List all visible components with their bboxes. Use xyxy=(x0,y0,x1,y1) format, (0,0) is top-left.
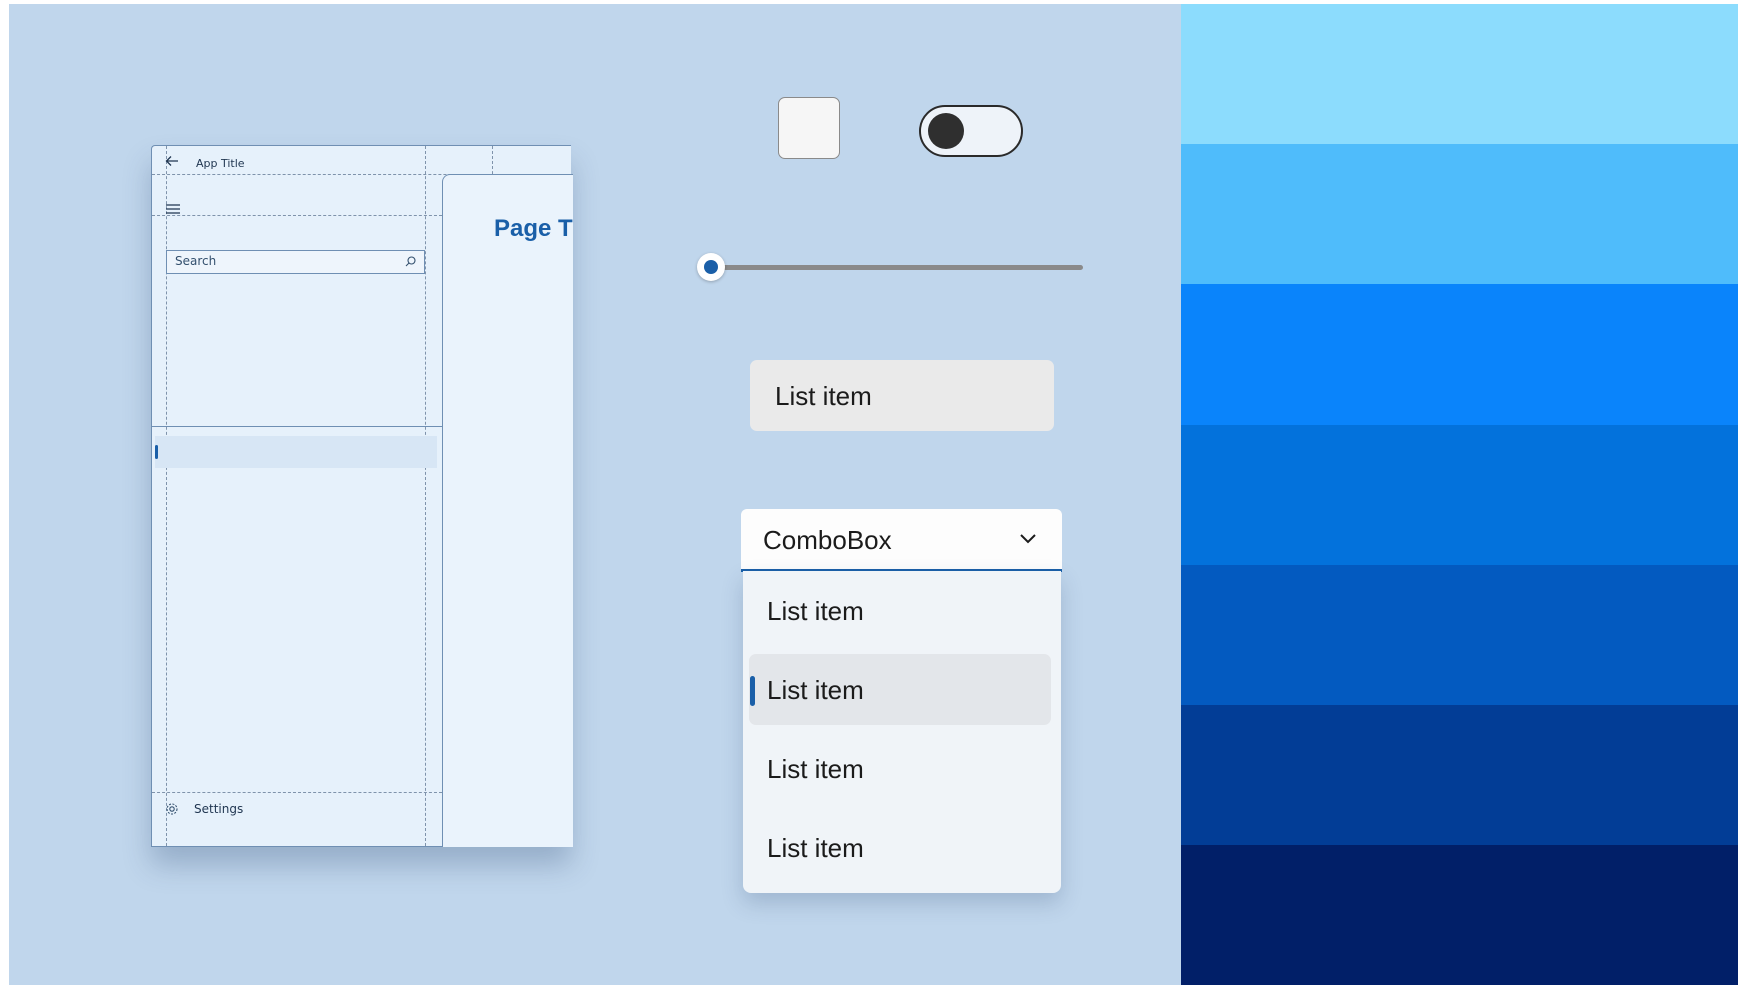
search-icon[interactable] xyxy=(405,256,416,267)
slider-thumb-dot xyxy=(704,260,718,274)
back-arrow-icon[interactable] xyxy=(165,155,179,167)
nav-item-selected[interactable] xyxy=(155,436,437,468)
color-swatch xyxy=(1181,284,1738,425)
selection-indicator xyxy=(750,676,755,706)
nav-separator xyxy=(152,426,442,427)
combobox[interactable]: ComboBox xyxy=(741,509,1062,572)
checkbox[interactable] xyxy=(778,97,840,159)
page-title: Page T xyxy=(494,215,573,242)
color-swatch xyxy=(1181,564,1738,705)
app-window-mockup: App Title Settings Page T xyxy=(151,145,573,847)
color-swatch xyxy=(1181,4,1738,145)
app-title: App Title xyxy=(196,157,245,170)
dropdown-option-label: List item xyxy=(767,675,864,705)
guide-line xyxy=(152,792,442,793)
slider-track[interactable] xyxy=(711,265,1083,270)
gear-icon[interactable] xyxy=(165,802,179,816)
dropdown-option-label: List item xyxy=(767,754,864,784)
color-swatch xyxy=(1181,424,1738,565)
color-swatch xyxy=(1181,845,1738,985)
dropdown-option-label: List item xyxy=(767,833,864,863)
dropdown-option[interactable]: List item xyxy=(749,733,1051,804)
search-input[interactable] xyxy=(175,254,395,268)
toggle-knob xyxy=(928,113,964,149)
settings-label[interactable]: Settings xyxy=(194,802,243,816)
guide-line xyxy=(425,146,426,846)
canvas: App Title Settings Page T xyxy=(9,4,1738,985)
nav-selection-indicator xyxy=(155,445,158,459)
list-item-label: List item xyxy=(775,381,872,411)
chevron-down-icon[interactable] xyxy=(1018,531,1038,545)
color-swatch xyxy=(1181,704,1738,846)
list-item[interactable]: List item xyxy=(750,360,1054,431)
dropdown-option[interactable]: List item xyxy=(749,812,1051,883)
color-swatch-column xyxy=(1181,4,1738,985)
content-pane: Page T xyxy=(442,174,573,847)
dropdown-option-label: List item xyxy=(767,596,864,626)
slider[interactable] xyxy=(697,252,1097,282)
hamburger-menu-icon[interactable] xyxy=(165,203,181,215)
search-box[interactable] xyxy=(166,250,425,274)
color-swatch xyxy=(1181,144,1738,285)
guide-line xyxy=(152,215,442,216)
toggle-switch[interactable] xyxy=(919,105,1023,157)
dropdown-option[interactable]: List item xyxy=(749,575,1051,646)
slider-thumb[interactable] xyxy=(697,253,725,281)
combobox-dropdown: List item List item List item List item xyxy=(743,571,1061,893)
dropdown-option-selected[interactable]: List item xyxy=(749,654,1051,725)
combobox-value: ComboBox xyxy=(763,525,892,555)
